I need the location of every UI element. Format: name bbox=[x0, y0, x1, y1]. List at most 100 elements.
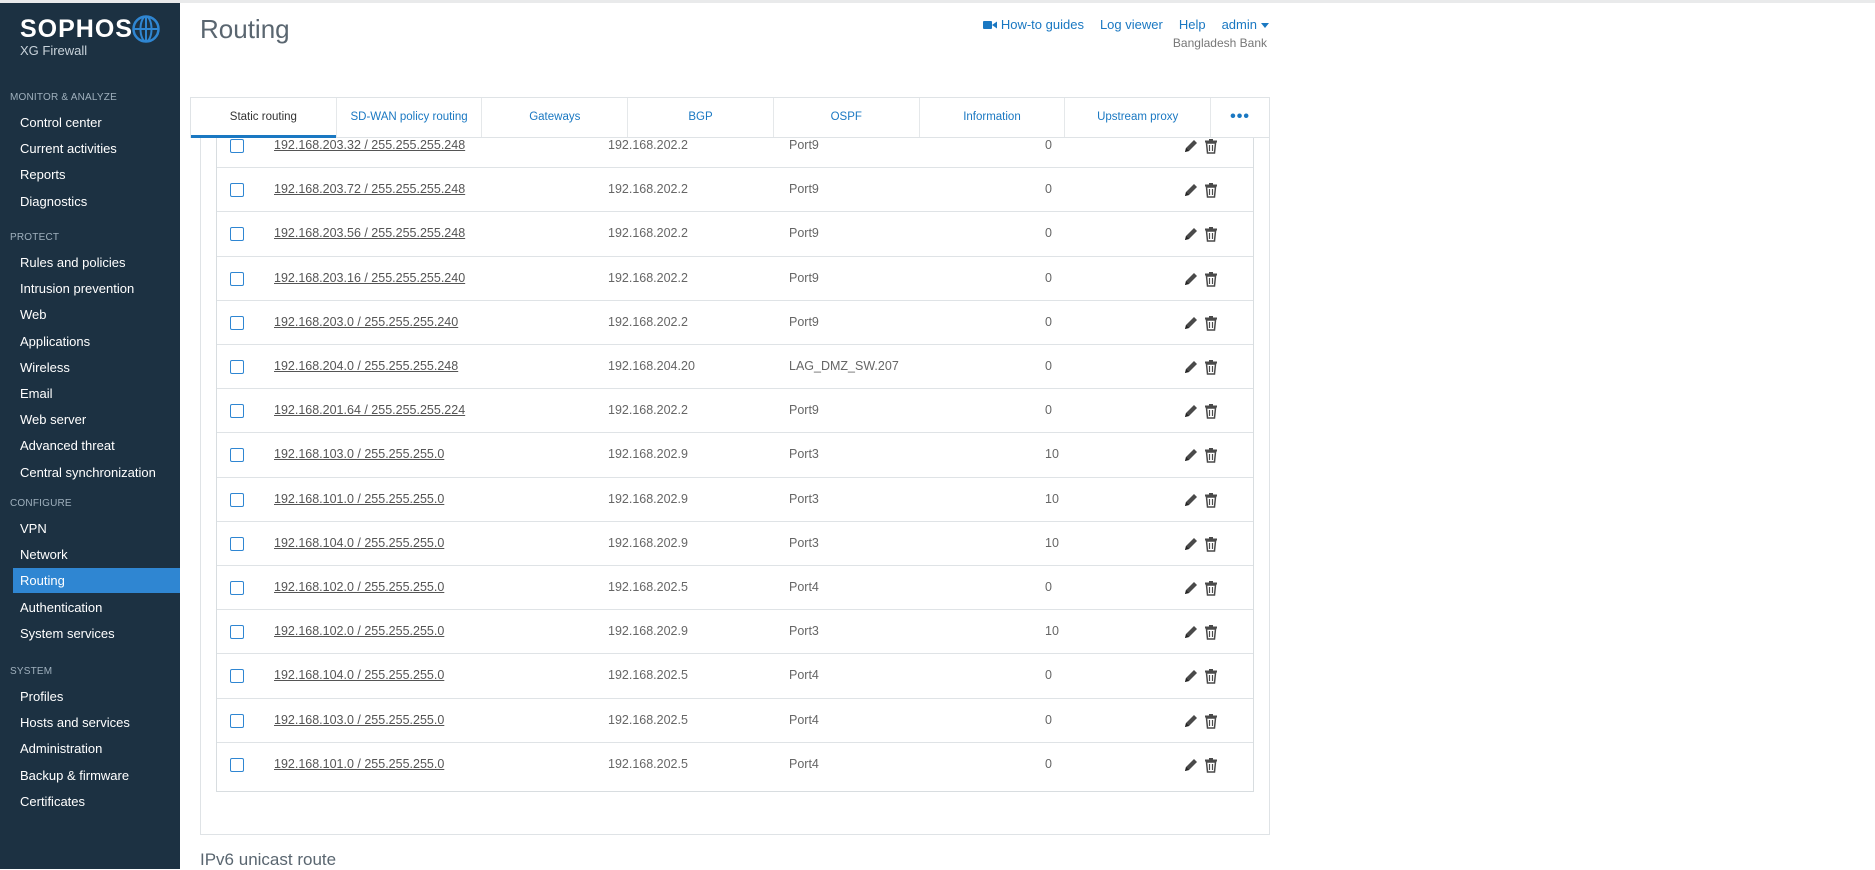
tab-static-routing[interactable]: Static routing bbox=[191, 98, 337, 138]
sidebar-item-diagnostics[interactable]: Diagnostics bbox=[13, 189, 180, 214]
row-checkbox[interactable] bbox=[230, 536, 244, 551]
edit-pencil-icon[interactable] bbox=[1183, 226, 1199, 242]
sidebar-item-certificates[interactable]: Certificates bbox=[13, 789, 180, 814]
delete-trash-icon[interactable] bbox=[1203, 138, 1219, 154]
destination-link[interactable]: 192.168.204.0 / 255.255.255.248 bbox=[274, 359, 458, 373]
sidebar-item-web-server[interactable]: Web server bbox=[13, 407, 180, 432]
destination-link[interactable]: 192.168.104.0 / 255.255.255.0 bbox=[274, 536, 444, 550]
edit-pencil-icon[interactable] bbox=[1183, 271, 1199, 287]
delete-trash-icon[interactable] bbox=[1203, 359, 1219, 375]
table-row[interactable]: 192.168.203.56 / 255.255.255.248 192.168.… bbox=[217, 212, 1253, 257]
table-row[interactable]: 192.168.201.64 / 255.255.255.224 192.168.… bbox=[217, 389, 1253, 434]
sidebar-item-reports[interactable]: Reports bbox=[13, 162, 180, 187]
delete-trash-icon[interactable] bbox=[1203, 536, 1219, 552]
delete-trash-icon[interactable] bbox=[1203, 757, 1219, 773]
admin-menu[interactable]: admin bbox=[1222, 17, 1270, 32]
row-checkbox[interactable] bbox=[230, 757, 244, 772]
destination-link[interactable]: 192.168.203.72 / 255.255.255.248 bbox=[274, 182, 465, 196]
sidebar-item-administration[interactable]: Administration bbox=[13, 736, 180, 761]
tab-sd-wan-policy-routing[interactable]: SD-WAN policy routing bbox=[337, 98, 483, 137]
sidebar-item-routing[interactable]: Routing bbox=[13, 568, 180, 594]
table-row[interactable]: 192.168.101.0 / 255.255.255.0 192.168.202… bbox=[217, 478, 1253, 522]
tab-more[interactable]: ••• bbox=[1211, 98, 1269, 137]
delete-trash-icon[interactable] bbox=[1203, 271, 1219, 287]
how-to-guides-link[interactable]: How-to guides bbox=[982, 17, 1084, 32]
edit-pencil-icon[interactable] bbox=[1183, 668, 1199, 684]
destination-link[interactable]: 192.168.203.32 / 255.255.255.248 bbox=[274, 138, 465, 152]
edit-pencil-icon[interactable] bbox=[1183, 536, 1199, 552]
destination-link[interactable]: 192.168.101.0 / 255.255.255.0 bbox=[274, 492, 444, 506]
sidebar-item-rules-and-policies[interactable]: Rules and policies bbox=[13, 250, 180, 275]
tab-information[interactable]: Information bbox=[920, 98, 1066, 137]
table-row[interactable]: 192.168.203.0 / 255.255.255.240 192.168.2… bbox=[217, 301, 1253, 345]
destination-link[interactable]: 192.168.203.0 / 255.255.255.240 bbox=[274, 315, 458, 329]
row-checkbox[interactable] bbox=[230, 669, 244, 684]
table-row[interactable]: 192.168.102.0 / 255.255.255.0 192.168.202… bbox=[217, 566, 1253, 611]
table-row[interactable]: 192.168.103.0 / 255.255.255.0 192.168.202… bbox=[217, 433, 1253, 478]
table-row[interactable]: 192.168.203.72 / 255.255.255.248 192.168.… bbox=[217, 168, 1253, 213]
sidebar-item-authentication[interactable]: Authentication bbox=[13, 595, 180, 620]
logo[interactable]: SOPHOS XG Firewall bbox=[20, 15, 133, 58]
log-viewer-link[interactable]: Log viewer bbox=[1100, 17, 1163, 32]
table-row[interactable]: 192.168.103.0 / 255.255.255.0 192.168.202… bbox=[217, 699, 1253, 743]
row-checkbox[interactable] bbox=[230, 360, 244, 375]
edit-pencil-icon[interactable] bbox=[1183, 624, 1199, 640]
sidebar-item-applications[interactable]: Applications bbox=[13, 329, 180, 354]
destination-link[interactable]: 192.168.201.64 / 255.255.255.224 bbox=[274, 403, 465, 417]
edit-pencil-icon[interactable] bbox=[1183, 403, 1199, 419]
sidebar-item-backup-firmware[interactable]: Backup & firmware bbox=[13, 763, 180, 788]
tab-bgp[interactable]: BGP bbox=[628, 98, 774, 137]
sidebar-item-central-synchronization[interactable]: Central synchronization bbox=[13, 460, 180, 485]
edit-pencil-icon[interactable] bbox=[1183, 359, 1199, 375]
row-checkbox[interactable] bbox=[230, 139, 244, 154]
destination-link[interactable]: 192.168.203.56 / 255.255.255.248 bbox=[274, 226, 465, 240]
delete-trash-icon[interactable] bbox=[1203, 668, 1219, 685]
table-row[interactable]: 192.168.204.0 / 255.255.255.248 192.168.2… bbox=[217, 345, 1253, 390]
row-checkbox[interactable] bbox=[230, 315, 244, 330]
sidebar-item-intrusion-prevention[interactable]: Intrusion prevention bbox=[13, 276, 180, 301]
delete-trash-icon[interactable] bbox=[1203, 580, 1219, 596]
edit-pencil-icon[interactable] bbox=[1183, 315, 1199, 331]
delete-trash-icon[interactable] bbox=[1203, 315, 1219, 331]
table-row[interactable]: 192.168.101.0 / 255.255.255.0 192.168.202… bbox=[217, 743, 1253, 787]
destination-link[interactable]: 192.168.102.0 / 255.255.255.0 bbox=[274, 624, 444, 638]
sidebar-item-system-services[interactable]: System services bbox=[13, 621, 180, 646]
sidebar-item-network[interactable]: Network bbox=[13, 542, 180, 567]
sidebar-item-vpn[interactable]: VPN bbox=[13, 516, 180, 541]
delete-trash-icon[interactable] bbox=[1203, 713, 1219, 729]
destination-link[interactable]: 192.168.104.0 / 255.255.255.0 bbox=[274, 668, 444, 682]
row-checkbox[interactable] bbox=[230, 492, 244, 507]
edit-pencil-icon[interactable] bbox=[1183, 447, 1199, 463]
edit-pencil-icon[interactable] bbox=[1183, 580, 1199, 596]
sidebar-item-hosts-and-services[interactable]: Hosts and services bbox=[13, 710, 180, 735]
sidebar-item-current-activities[interactable]: Current activities bbox=[13, 136, 180, 161]
sidebar-item-profiles[interactable]: Profiles bbox=[13, 684, 180, 709]
row-checkbox[interactable] bbox=[230, 404, 244, 419]
sidebar-item-advanced-threat[interactable]: Advanced threat bbox=[13, 433, 180, 458]
destination-link[interactable]: 192.168.103.0 / 255.255.255.0 bbox=[274, 713, 444, 727]
row-checkbox[interactable] bbox=[230, 227, 244, 242]
sidebar-item-email[interactable]: Email bbox=[13, 381, 180, 406]
table-row[interactable]: 192.168.102.0 / 255.255.255.0 192.168.202… bbox=[217, 610, 1253, 655]
sidebar-item-web[interactable]: Web bbox=[13, 302, 180, 327]
tab-gateways[interactable]: Gateways bbox=[482, 98, 629, 137]
delete-trash-icon[interactable] bbox=[1203, 492, 1219, 508]
sidebar-item-wireless[interactable]: Wireless bbox=[13, 355, 180, 380]
delete-trash-icon[interactable] bbox=[1203, 447, 1219, 464]
destination-link[interactable]: 192.168.102.0 / 255.255.255.0 bbox=[274, 580, 444, 594]
table-row[interactable]: 192.168.104.0 / 255.255.255.0 192.168.202… bbox=[217, 654, 1253, 699]
delete-trash-icon[interactable] bbox=[1203, 624, 1219, 641]
destination-link[interactable]: 192.168.103.0 / 255.255.255.0 bbox=[274, 447, 444, 461]
destination-link[interactable]: 192.168.101.0 / 255.255.255.0 bbox=[274, 757, 444, 771]
row-checkbox[interactable] bbox=[230, 581, 244, 596]
table-row[interactable]: 192.168.203.16 / 255.255.255.240 192.168.… bbox=[217, 257, 1253, 301]
row-checkbox[interactable] bbox=[230, 271, 244, 286]
tab-upstream-proxy[interactable]: Upstream proxy bbox=[1065, 98, 1212, 137]
edit-pencil-icon[interactable] bbox=[1183, 492, 1199, 508]
row-checkbox[interactable] bbox=[230, 625, 244, 640]
row-checkbox[interactable] bbox=[230, 713, 244, 728]
tab-ospf[interactable]: OSPF bbox=[774, 98, 920, 137]
delete-trash-icon[interactable] bbox=[1203, 226, 1219, 243]
table-row[interactable]: 192.168.104.0 / 255.255.255.0 192.168.202… bbox=[217, 522, 1253, 566]
edit-pencil-icon[interactable] bbox=[1183, 757, 1199, 773]
